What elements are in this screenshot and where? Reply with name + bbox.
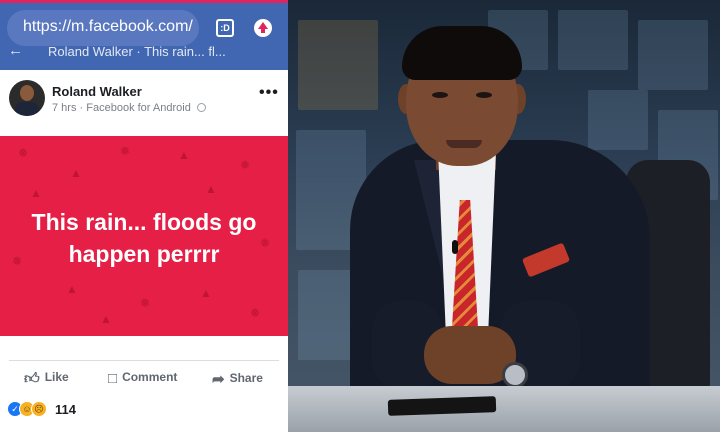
- studio-wall-panel: [558, 10, 628, 70]
- like-label: Like: [44, 370, 69, 384]
- post-source: Facebook for Android: [86, 102, 191, 114]
- more-options-icon[interactable]: •••: [259, 84, 279, 102]
- post-text: This rain... floods go happen perrrr: [31, 209, 257, 267]
- tree-pattern-icon: ❅: [250, 306, 261, 320]
- divider: [9, 360, 279, 361]
- hair: [402, 26, 522, 80]
- news-desk: [288, 386, 720, 432]
- wristwatch-icon: [502, 362, 528, 388]
- tree-pattern-icon: ❅: [120, 144, 131, 158]
- facebook-mobile-screenshot: ← Roland Walker · This rain... fl... htt…: [0, 0, 288, 432]
- studio-wall-panel: [588, 90, 648, 150]
- eye: [476, 92, 492, 98]
- url-text: https://m.facebook.com/st: [23, 18, 193, 35]
- globe-icon: [196, 103, 206, 112]
- tree-pattern-icon: ▲: [200, 286, 212, 300]
- tree-pattern-icon: ▲: [70, 166, 82, 180]
- url-field[interactable]: https://m.facebook.com/st: [7, 10, 199, 46]
- studio-wall-panel: [638, 20, 708, 90]
- share-arrow-icon: ➦: [212, 371, 225, 388]
- tree-pattern-icon: ❅: [240, 158, 251, 172]
- browser-address-bar: https://m.facebook.com/st :D: [0, 0, 288, 54]
- studio-wall-panel: [298, 270, 358, 360]
- lapel-mic-icon: [452, 240, 458, 254]
- tree-pattern-icon: ❅: [140, 296, 151, 310]
- post-meta: 7 hrs · Facebook for Android: [52, 102, 206, 114]
- reaction-count: 114: [55, 402, 76, 417]
- tab-switcher-icon[interactable]: :D: [216, 19, 234, 37]
- post-time[interactable]: 7 hrs: [52, 102, 76, 114]
- tree-pattern-icon: ▲: [205, 182, 217, 196]
- like-button[interactable]: 👍︎ Like: [24, 370, 69, 388]
- comment-label: Comment: [122, 370, 178, 384]
- speech-bubble-icon: □: [108, 370, 118, 387]
- studio-wall-panel: [298, 20, 378, 110]
- sad-reaction-icon: ☹: [31, 401, 47, 417]
- tree-pattern-icon: ❅: [18, 146, 29, 160]
- tree-pattern-icon: ▲: [66, 282, 78, 296]
- post-text-card: ❅ ▲ ❅ ▲ ❅ ▲ ▲ ❅ ❅ ▲ ❅ ▲ ❅ ▲ This rain...…: [0, 136, 288, 336]
- comment-button[interactable]: □ Comment: [108, 370, 177, 387]
- tree-pattern-icon: ▲: [30, 186, 42, 200]
- post-author[interactable]: Roland Walker: [52, 84, 142, 99]
- share-button[interactable]: ➦ Share: [212, 370, 263, 388]
- tree-pattern-icon: ▲: [178, 148, 190, 162]
- smile: [446, 140, 482, 148]
- anchor-photo: [288, 0, 720, 432]
- thumbs-up-icon: 👍︎: [24, 370, 40, 387]
- eye: [432, 92, 448, 98]
- share-label: Share: [229, 371, 263, 385]
- upload-arrow-icon[interactable]: [254, 19, 272, 37]
- avatar[interactable]: [9, 80, 45, 116]
- tree-pattern-icon: ▲: [100, 312, 112, 326]
- post-header: Roland Walker 7 hrs · Facebook for Andro…: [0, 70, 288, 134]
